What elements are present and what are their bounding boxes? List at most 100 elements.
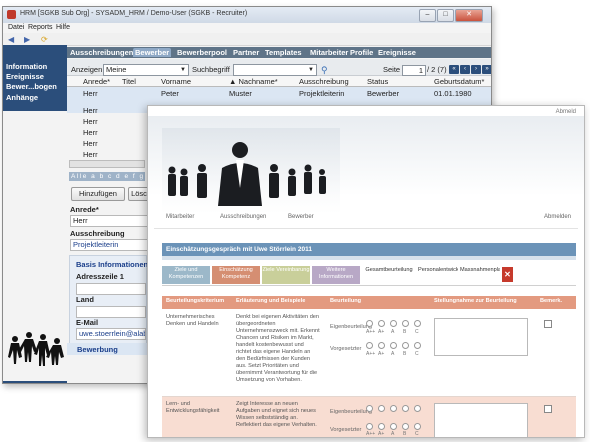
next-page-button[interactable]: ›: [471, 65, 481, 74]
cell-vorname: Peter: [161, 89, 179, 98]
refresh-icon[interactable]: ⟳: [41, 35, 48, 44]
tab-ereignisse[interactable]: Ereignisse: [378, 48, 416, 57]
question-row: Unternehmerisches Denken und Handeln Den…: [162, 310, 576, 397]
suchbegriff-select[interactable]: ▼: [233, 64, 317, 76]
nav-mitarbeiter[interactable]: Mitarbeiter: [166, 214, 194, 220]
rating-radio[interactable]: [414, 342, 421, 349]
step-weitere-info[interactable]: Weitere Informationen: [312, 266, 360, 284]
last-page-button[interactable]: »: [482, 65, 491, 74]
scale-label: C: [415, 351, 419, 357]
adresszeile-field[interactable]: [76, 283, 146, 295]
prev-page-button[interactable]: ‹: [460, 65, 470, 74]
rating-radio[interactable]: [366, 320, 373, 327]
step-personalentwicklung[interactable]: Personalentwicklung: [418, 266, 458, 284]
anzeigen-value: Meine: [106, 65, 127, 74]
comment-textarea[interactable]: [434, 403, 528, 437]
rating-radio[interactable]: [366, 423, 373, 430]
sidebar-item-information[interactable]: Information: [6, 62, 47, 71]
cell-nachname: Muster: [229, 89, 252, 98]
rating-radio[interactable]: [378, 320, 385, 327]
anzeigen-select[interactable]: Meine ▼: [103, 64, 189, 76]
email-field[interactable]: uwe.stoerrlein@alab: [76, 328, 146, 340]
rating-radio[interactable]: [414, 320, 421, 327]
sidebar-item-bewerbungsbogen[interactable]: Bewer...bogen: [6, 82, 57, 91]
title-bar[interactable]: HRM [SGKB Sub Org] - SYSADM_HRM / Demo-U…: [3, 7, 491, 23]
forward-icon[interactable]: ▶: [24, 35, 30, 44]
tab-profile[interactable]: Profile: [350, 48, 373, 57]
cell-anrede[interactable]: Herr: [83, 117, 98, 126]
rating-radio[interactable]: [402, 423, 409, 430]
tab-templates[interactable]: Templates: [265, 48, 302, 57]
maximize-button[interactable]: □: [437, 9, 454, 22]
anrede-field[interactable]: Herr: [70, 215, 148, 227]
rating-radio[interactable]: [414, 405, 421, 412]
nav-bewerber[interactable]: Bewerber: [288, 214, 314, 220]
minimize-button[interactable]: –: [419, 9, 436, 22]
col-status[interactable]: Status: [367, 77, 388, 86]
toolbar: ◀ ▶ ⟳: [3, 33, 491, 46]
rating-group-self: A++ A+ A B C: [366, 320, 426, 336]
sidebar-item-anhaenge[interactable]: Anhänge: [6, 93, 38, 102]
rating-radio[interactable]: [378, 423, 385, 430]
cell-anrede[interactable]: Herr: [83, 139, 98, 148]
back-icon[interactable]: ◀: [8, 35, 14, 44]
horizontal-scrollbar[interactable]: [69, 160, 145, 168]
ausschreibung-field[interactable]: Projektleiterin: [70, 239, 148, 251]
cell-anrede[interactable]: Herr: [83, 150, 98, 159]
logout-link[interactable]: Abmeld: [556, 109, 576, 115]
land-field[interactable]: [76, 306, 146, 318]
tab-mitarbeiter[interactable]: Mitarbeiter: [310, 48, 348, 57]
col-ausschreibung[interactable]: Ausschreibung: [299, 77, 349, 86]
rating-radio[interactable]: [378, 405, 385, 412]
step-gesamtbeurteilung[interactable]: Gesamtbeurteilung: [362, 266, 416, 284]
add-button[interactable]: Hinzufügen: [71, 187, 125, 201]
col-nachname[interactable]: ▲ Nachname*: [229, 77, 278, 86]
col-erlaeuterung: Erläuterung und Beispiele: [236, 298, 306, 304]
sidebar-item-ereignisse[interactable]: Ereignisse: [6, 72, 44, 81]
rating-radio[interactable]: [390, 423, 397, 430]
close-button[interactable]: ✕: [455, 9, 483, 22]
menu-hilfe[interactable]: Hilfe: [56, 24, 70, 31]
menu-reports[interactable]: Reports: [28, 24, 53, 31]
col-titel[interactable]: Titel: [122, 77, 136, 86]
rating-radio[interactable]: [390, 342, 397, 349]
col-anrede[interactable]: Anrede*: [83, 77, 110, 86]
nav-ausschreibungen[interactable]: Ausschreibungen: [220, 214, 266, 220]
rating-radio[interactable]: [366, 405, 373, 412]
scale-label: A++: [366, 431, 376, 437]
search-icon[interactable]: ⚲: [321, 65, 328, 76]
step-massnahmen[interactable]: Massnahmenplanung: [460, 266, 500, 284]
bewerbung-section[interactable]: Bewerbung: [67, 343, 147, 355]
page-number-input[interactable]: 1: [402, 65, 426, 76]
rating-radio[interactable]: [402, 342, 409, 349]
scale-label: A++: [366, 351, 376, 357]
rating-radio[interactable]: [366, 342, 373, 349]
close-icon[interactable]: ✕: [502, 267, 513, 282]
menu-datei[interactable]: Datei: [8, 24, 24, 31]
comment-textarea[interactable]: [434, 318, 528, 356]
remark-checkbox[interactable]: [544, 320, 552, 328]
alphabet-filter[interactable]: Alle a b c d e f g: [69, 172, 145, 181]
step-einschaetzung[interactable]: Einschätzung Kompetenz: [212, 266, 260, 284]
cell-anrede[interactable]: Herr: [83, 106, 98, 115]
remark-checkbox[interactable]: [544, 405, 552, 413]
rating-radio[interactable]: [378, 342, 385, 349]
col-geburtsdatum[interactable]: Geburtsdatum*: [434, 77, 484, 86]
header-banner: [148, 116, 584, 216]
rating-radio[interactable]: [390, 320, 397, 327]
first-page-button[interactable]: «: [449, 65, 459, 74]
tab-bewerber[interactable]: Bewerber: [133, 48, 172, 57]
tab-ausschreibungen[interactable]: Ausschreibungen: [70, 48, 133, 57]
step-ziele-vereinbarung[interactable]: Ziele Vereinbarung: [262, 266, 310, 284]
nav-abmelden[interactable]: Abmelden: [544, 214, 571, 220]
tab-partner[interactable]: Partner: [233, 48, 259, 57]
step-ziele-kompetenzen[interactable]: Ziele und Kompetenzen: [162, 266, 210, 284]
tab-bewerberpool[interactable]: Bewerberpool: [177, 48, 227, 57]
rating-radio[interactable]: [402, 405, 409, 412]
col-kriterium: Beurteilungskriterium: [166, 298, 225, 304]
rating-radio[interactable]: [390, 405, 397, 412]
rating-radio[interactable]: [402, 320, 409, 327]
rating-radio[interactable]: [414, 423, 421, 430]
cell-anrede[interactable]: Herr: [83, 128, 98, 137]
col-vorname[interactable]: Vorname: [161, 77, 191, 86]
